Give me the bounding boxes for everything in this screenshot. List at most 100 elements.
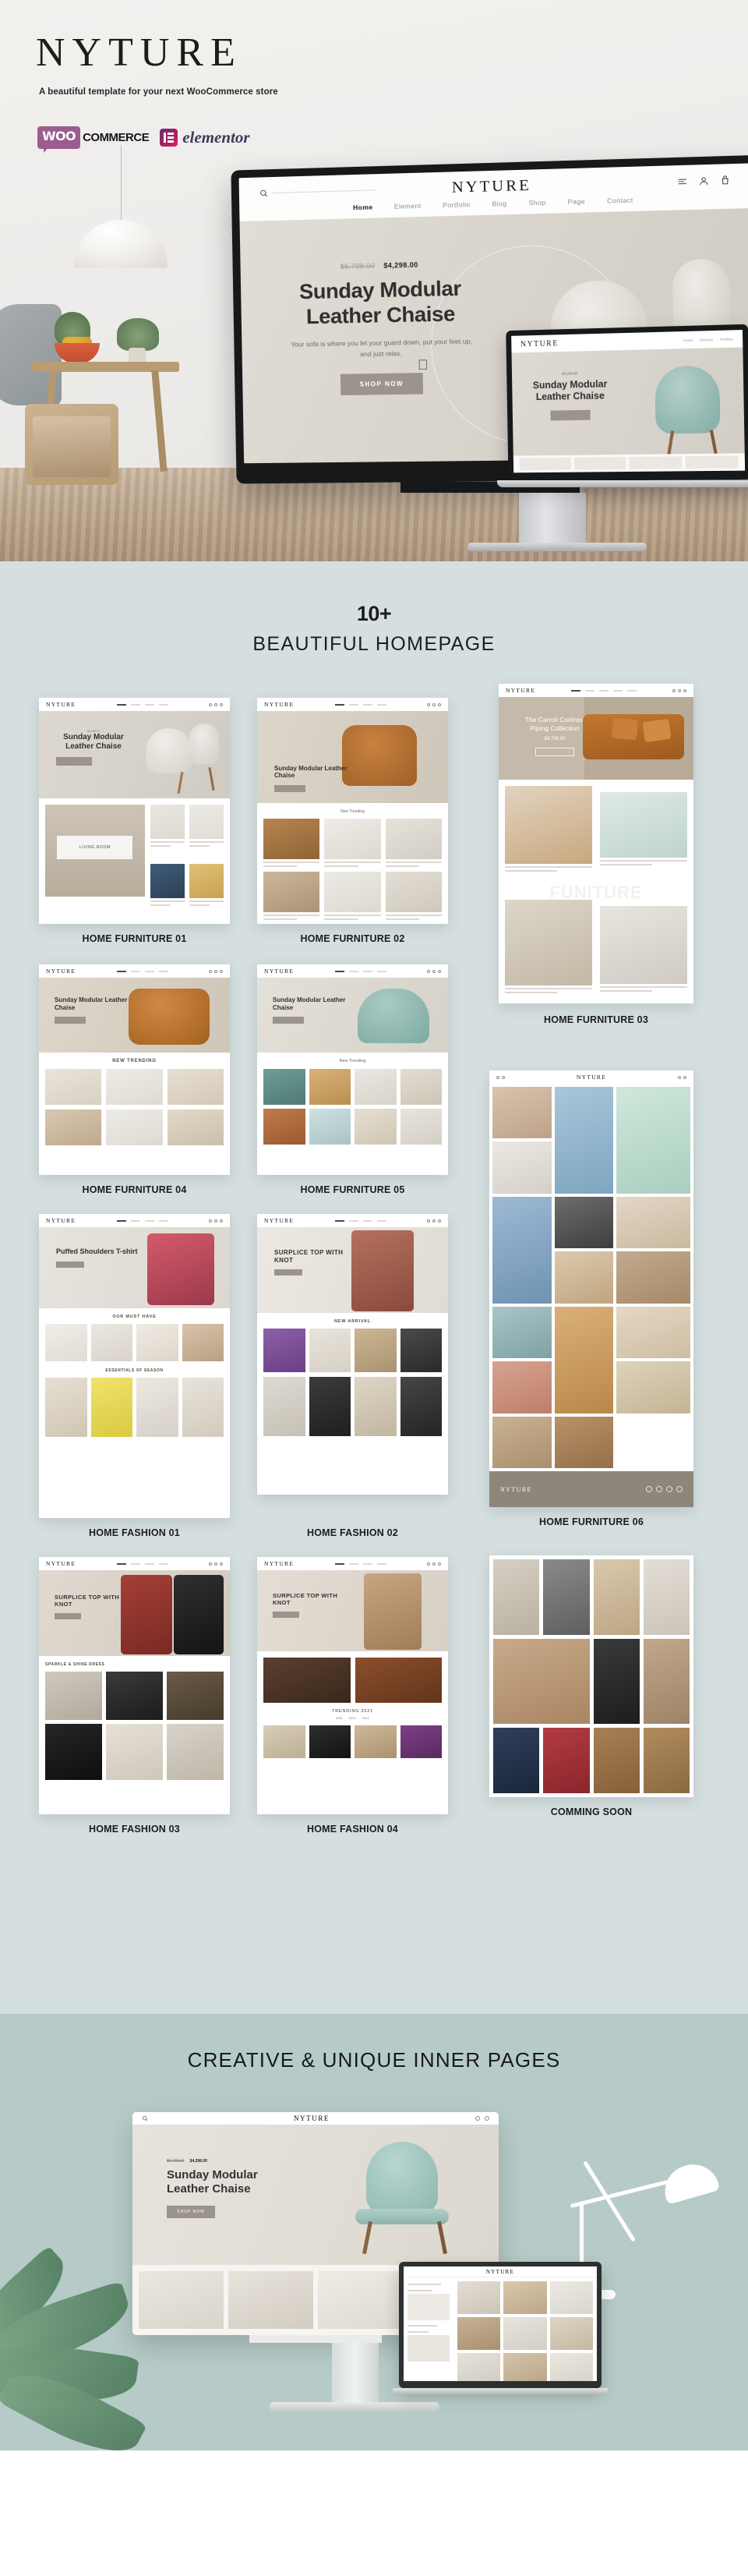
thumbnail-home-fashion-02[interactable]: NYTURE SURPLICE TOP WITH KNOT NEW ARRIVA… bbox=[257, 1214, 448, 1495]
thumbnail-home-furniture-03[interactable]: NYTURE The Carroll Contrast Piping Colle… bbox=[499, 684, 693, 1003]
mini-cta[interactable] bbox=[56, 1261, 84, 1268]
user-icon[interactable] bbox=[475, 2116, 480, 2121]
inner-hero-banner: $5,798.00 $4,298.00 Sunday Modular Leath… bbox=[132, 2125, 499, 2265]
gallery-image bbox=[492, 1196, 552, 1304]
homepage-section-title: BEAUTIFUL HOMEPAGE bbox=[252, 633, 496, 655]
mini-cta[interactable] bbox=[55, 1613, 81, 1619]
thumbnail-home-fashion-01[interactable]: NYTURE Puffed Shoulders T-shirt OUR MUST… bbox=[39, 1214, 230, 1518]
search-input[interactable] bbox=[259, 186, 377, 197]
cart-icon[interactable] bbox=[484, 2116, 489, 2121]
chair-image bbox=[366, 2142, 438, 2213]
mini-cta[interactable] bbox=[273, 1017, 304, 1024]
nav-item-portfolio[interactable]: Portfolio bbox=[443, 200, 471, 209]
mini-tab-sale[interactable]: SALE bbox=[362, 1717, 369, 1720]
caption-home-fashion-03: HOME FASHION 03 bbox=[89, 1824, 180, 1835]
mini-footer: NYTURE bbox=[489, 1471, 693, 1507]
nav-item[interactable]: Home bbox=[683, 338, 693, 341]
laptop-site-nav: Home Element Portfolio bbox=[683, 337, 733, 342]
inner-shop-button[interactable]: SHOP NOW bbox=[167, 2206, 215, 2218]
nav-item-contact[interactable]: Contact bbox=[607, 196, 633, 205]
mini-headline: Sunday Modular Leather Chaise bbox=[273, 996, 346, 1011]
nav-item-element[interactable]: Element bbox=[394, 202, 422, 211]
gallery-image bbox=[593, 1559, 640, 1635]
thumbnail-home-furniture-01[interactable]: NYTURE $4,298.00 Sunday Modular Leather … bbox=[39, 698, 230, 924]
thumbnail-home-furniture-02[interactable]: NYTURE Sunday Modular Leather Chaise New… bbox=[257, 698, 448, 924]
nav-item[interactable]: Element bbox=[700, 338, 713, 341]
inner-headline-1: Sunday Modular bbox=[167, 2168, 258, 2181]
mini-section-label-2: ESSENTIALS OF SEASON bbox=[105, 1368, 164, 1373]
gallery-image bbox=[616, 1361, 690, 1414]
armchair-image bbox=[129, 989, 210, 1045]
gallery-image bbox=[554, 1416, 614, 1468]
mini-headline: Puffed Shoulders T-shirt bbox=[56, 1247, 138, 1255]
menu-icon[interactable] bbox=[677, 176, 688, 187]
mini-cta[interactable] bbox=[273, 1612, 299, 1618]
instagram-icon[interactable] bbox=[666, 1486, 672, 1492]
gallery-image bbox=[593, 1727, 640, 1793]
mini-site-logo: NYTURE bbox=[46, 968, 76, 975]
nav-item-shop[interactable]: Shop bbox=[528, 199, 545, 207]
inner-laptop-base bbox=[393, 2388, 608, 2394]
homepage-grid: NYTURE $4,298.00 Sunday Modular Leather … bbox=[0, 684, 748, 1986]
mini-section-label: NEW TRENDING bbox=[112, 1059, 157, 1063]
mini-section-label: NEW ARRIVAL bbox=[334, 1319, 371, 1324]
pinterest-icon[interactable] bbox=[676, 1486, 683, 1492]
laptop-screen: NYTURE Home Element Portfolio $4,298.00 bbox=[511, 330, 746, 473]
mini-cta[interactable] bbox=[535, 748, 574, 757]
mini-site-logo: NYTURE bbox=[264, 1560, 295, 1567]
thumbnail-home-fashion-04[interactable]: NYTURE SURPLICE TOP WITH KNOT TRENDING 2… bbox=[257, 1557, 448, 1814]
gallery-image bbox=[492, 1306, 552, 1359]
gallery-image bbox=[543, 1559, 590, 1635]
product-thumb bbox=[629, 456, 683, 469]
search-icon[interactable] bbox=[142, 2115, 148, 2121]
palm-plant bbox=[0, 2245, 203, 2450]
thumbnail-home-furniture-04[interactable]: NYTURE Sunday Modular Leather Chaise NEW… bbox=[39, 964, 230, 1175]
gallery-image bbox=[554, 1087, 614, 1194]
thumbnail-home-furniture-05[interactable]: NYTURE Sunday Modular Leather Chaise New… bbox=[257, 964, 448, 1175]
thumbnail-comming-soon[interactable] bbox=[489, 1555, 693, 1797]
model-image bbox=[364, 1573, 422, 1650]
user-icon[interactable] bbox=[698, 175, 709, 186]
caption-home-furniture-04: HOME FURNITURE 04 bbox=[82, 1184, 187, 1195]
mini-cta[interactable] bbox=[274, 1269, 302, 1276]
laptop-shop-button[interactable] bbox=[550, 409, 591, 421]
mini-headline: The Carroll Contrast Piping Collection bbox=[524, 716, 585, 732]
mini-headline: SURPLICE TOP WITH KNOT bbox=[273, 1592, 338, 1606]
gallery-image bbox=[492, 1361, 552, 1414]
gallery-image bbox=[492, 1416, 552, 1468]
nav-item-page[interactable]: Page bbox=[568, 197, 586, 206]
facebook-icon[interactable] bbox=[646, 1486, 652, 1492]
search-icon bbox=[260, 189, 267, 197]
nav-item[interactable]: Portfolio bbox=[720, 337, 733, 341]
mock-headline-1: Sunday Modular bbox=[298, 276, 462, 304]
nav-item-blog[interactable]: Blog bbox=[492, 200, 506, 208]
mini-tab-new[interactable]: NEW bbox=[336, 1717, 342, 1720]
mock-headline-2: Leather Chaise bbox=[305, 302, 456, 329]
mini-cta[interactable] bbox=[274, 785, 305, 792]
thumbnail-home-furniture-06[interactable]: NYTURE NYTURE bbox=[489, 1070, 693, 1507]
mini-cta[interactable] bbox=[55, 1017, 86, 1024]
mini-headline: Sunday Modular Leather Chaise bbox=[274, 764, 348, 780]
caption-home-fashion-04: HOME FASHION 04 bbox=[307, 1824, 398, 1835]
shop-now-button[interactable]: SHOP NOW bbox=[340, 372, 424, 395]
nav-item-home[interactable]: Home bbox=[353, 203, 373, 211]
elementor-icon bbox=[160, 129, 178, 147]
gallery-image bbox=[554, 1306, 614, 1414]
mini-tab-best[interactable]: BEST bbox=[348, 1717, 355, 1720]
model-image bbox=[147, 1233, 214, 1305]
mock-hero-copy: $5,798.00 $4,298.00 Sunday Modular Leath… bbox=[289, 260, 474, 396]
laptop-price: $4,298.00 bbox=[562, 371, 577, 376]
laptop-bezel: NYTURE Home Element Portfolio $4,298.00 bbox=[506, 324, 748, 482]
gallery-image bbox=[492, 1141, 552, 1194]
inner-headline-2: Leather Chaise bbox=[167, 2182, 251, 2196]
cart-icon[interactable] bbox=[720, 175, 731, 186]
caption-home-fashion-02: HOME FASHION 02 bbox=[307, 1527, 398, 1538]
twitter-icon[interactable] bbox=[656, 1486, 662, 1492]
thumbnail-home-fashion-03[interactable]: NYTURE SURPLICE TOP WITH KNOT SPARKLE & … bbox=[39, 1557, 230, 1814]
gallery-image bbox=[493, 1727, 540, 1793]
gallery-image bbox=[593, 1638, 640, 1724]
mini-cta[interactable] bbox=[56, 757, 92, 766]
gallery-image bbox=[643, 1727, 690, 1793]
mini-headline: Sunday Modular Leather Chaise bbox=[63, 733, 124, 751]
caption-home-furniture-02: HOME FURNITURE 02 bbox=[300, 933, 405, 944]
